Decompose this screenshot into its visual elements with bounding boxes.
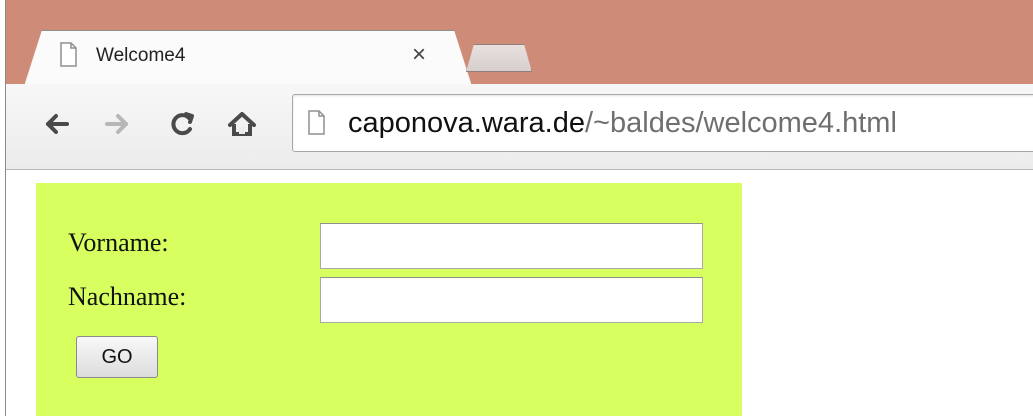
nachname-input[interactable] <box>320 277 703 323</box>
forward-arrow-icon[interactable] <box>102 104 134 144</box>
back-arrow-icon[interactable] <box>40 104 72 144</box>
url-path: /~baldes/welcome4.html <box>585 107 897 139</box>
browser-tab-surface[interactable] <box>25 31 471 86</box>
vorname-input[interactable] <box>320 223 703 269</box>
close-icon[interactable]: × <box>412 42 426 68</box>
vorname-label: Vorname: <box>68 228 169 257</box>
tab-title: Welcome4 <box>96 45 186 66</box>
new-tab-button[interactable] <box>466 44 532 72</box>
page-icon <box>308 110 325 135</box>
nachname-label: Nachname: <box>68 282 187 311</box>
page-icon <box>60 42 77 67</box>
url-host: caponova.wara.de <box>348 107 585 139</box>
home-icon[interactable] <box>226 104 258 144</box>
reload-icon[interactable] <box>166 104 198 144</box>
address-bar-url[interactable]: caponova.wara.de/~baldes/welcome4.html <box>348 106 897 140</box>
go-button[interactable]: GO <box>76 336 158 378</box>
